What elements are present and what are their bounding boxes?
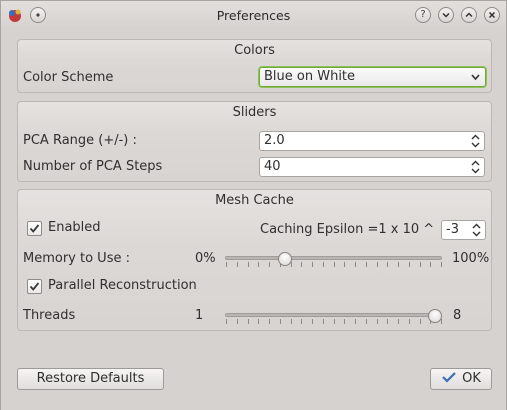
colors-group-title: Colors: [234, 43, 275, 58]
help-icon[interactable]: ?: [415, 7, 431, 23]
pca-range-value: 2.0: [264, 133, 285, 148]
mesh-cache-group-title: Mesh Cache: [215, 193, 294, 208]
pca-range-spinbox[interactable]: 2.0: [259, 131, 485, 151]
memory-min-label: 0%: [195, 251, 216, 266]
caching-epsilon-value: -3: [446, 222, 459, 237]
pca-steps-label: Number of PCA Steps: [23, 159, 163, 174]
title-bar[interactable]: Preferences ?: [1, 1, 506, 29]
slider-groove: [225, 256, 442, 260]
spin-arrows-icon[interactable]: [472, 223, 481, 237]
parallel-reconstruction-label[interactable]: Parallel Reconstruction: [48, 278, 197, 293]
caching-epsilon-spinbox[interactable]: -3: [441, 220, 486, 240]
checkmark-icon: [29, 224, 40, 233]
ok-label: OK: [462, 371, 481, 386]
preferences-window: Preferences ? Colors Color Scheme Blue o…: [0, 0, 507, 410]
pca-steps-value: 40: [264, 159, 281, 174]
pca-steps-spinbox[interactable]: 40: [259, 157, 485, 177]
color-scheme-label: Color Scheme: [23, 70, 114, 85]
bottom-edge: [1, 403, 506, 410]
slider-groove: [225, 313, 442, 317]
restore-defaults-button[interactable]: Restore Defaults: [17, 368, 164, 390]
mesh-cache-group: Mesh Cache Enabled Caching Epsilon =1 x …: [17, 189, 492, 331]
maximize-icon[interactable]: [461, 7, 477, 23]
threads-slider[interactable]: [225, 309, 442, 330]
memory-slider[interactable]: [225, 252, 442, 273]
chevron-down-icon: [471, 74, 480, 81]
threads-slider-handle[interactable]: [428, 309, 442, 323]
caching-epsilon-label: Caching Epsilon =1 x 10 ^: [260, 222, 435, 237]
colors-group: Colors Color Scheme Blue on White: [17, 39, 492, 93]
threads-max-label: 8: [453, 308, 462, 323]
sliders-group-title: Sliders: [232, 105, 277, 120]
color-scheme-select[interactable]: Blue on White: [259, 67, 486, 87]
checkmark-icon: [29, 282, 40, 291]
sliders-group: Sliders PCA Range (+/-) : 2.0 Number of …: [17, 101, 492, 182]
memory-slider-handle[interactable]: [277, 252, 292, 266]
memory-label: Memory to Use :: [23, 251, 130, 266]
spin-arrows-icon[interactable]: [471, 160, 480, 174]
enabled-checkbox[interactable]: [27, 221, 42, 236]
ok-button[interactable]: OK: [430, 368, 492, 390]
enabled-label[interactable]: Enabled: [48, 220, 101, 235]
spin-arrows-icon[interactable]: [471, 134, 480, 148]
close-icon[interactable]: [484, 7, 500, 23]
parallel-reconstruction-checkbox[interactable]: [27, 279, 42, 294]
pca-range-label: PCA Range (+/-) :: [23, 133, 137, 148]
slider-ticks: [226, 319, 442, 324]
slider-ticks: [226, 262, 442, 267]
minimize-icon[interactable]: [438, 7, 454, 23]
threads-label: Threads: [23, 308, 76, 323]
threads-min-label: 1: [195, 308, 204, 323]
check-icon: [442, 372, 456, 383]
memory-max-label: 100%: [452, 251, 490, 266]
color-scheme-value: Blue on White: [264, 69, 356, 84]
